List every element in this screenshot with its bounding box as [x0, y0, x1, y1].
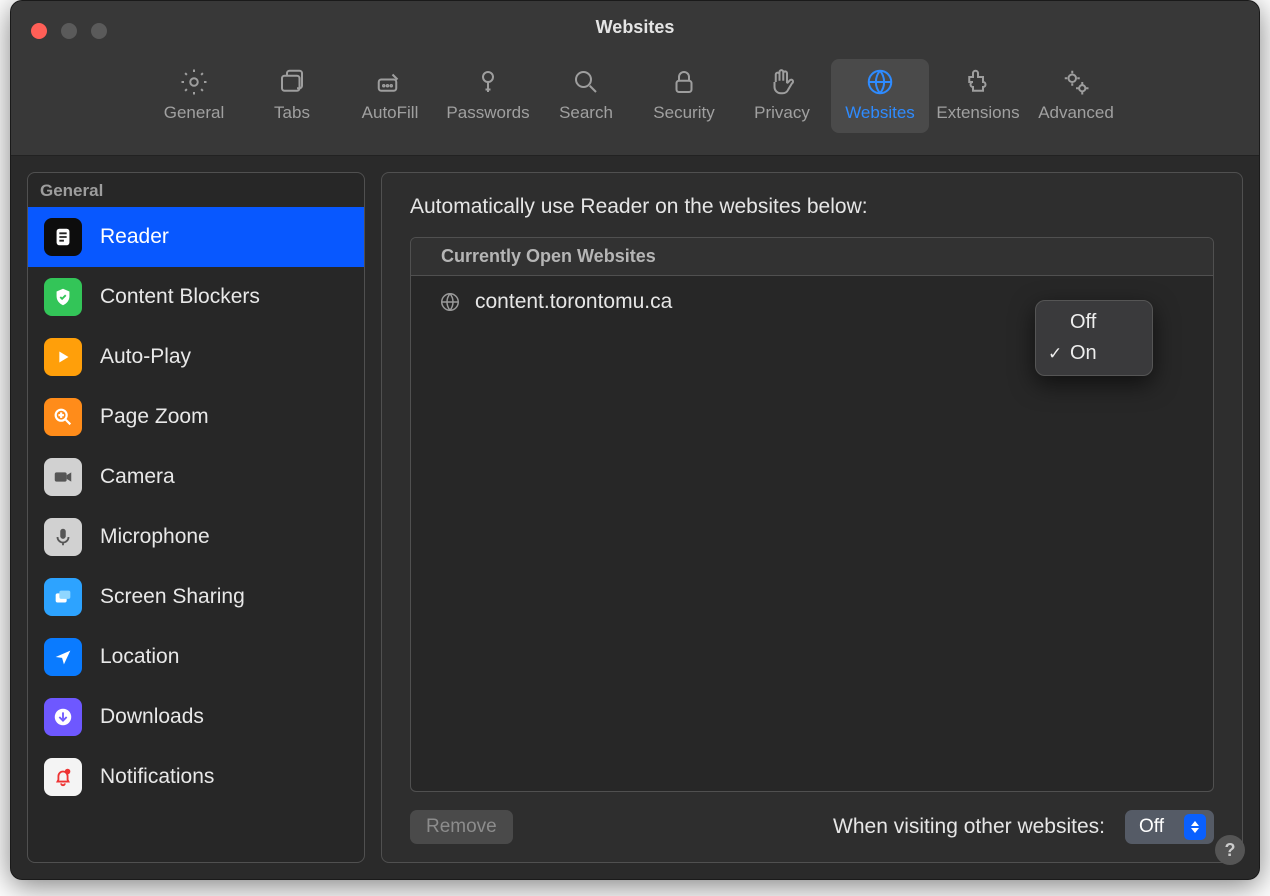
checkmark-icon: ✓ [1048, 344, 1062, 364]
minimize-window-button[interactable] [61, 23, 77, 39]
reader-icon [44, 218, 82, 256]
toolbar-label: Privacy [754, 103, 810, 123]
key-icon [473, 67, 503, 97]
sidebar-item-notifications[interactable]: Notifications [28, 747, 364, 807]
toolbar-label: Websites [845, 103, 915, 123]
sidebar-item-camera[interactable]: Camera [28, 447, 364, 507]
sidebar-item-label: Camera [100, 465, 175, 489]
globe-icon [439, 291, 461, 313]
sidebar-item-downloads[interactable]: Downloads [28, 687, 364, 747]
detail-panel: Automatically use Reader on the websites… [381, 172, 1243, 863]
preferences-window: Websites General Tabs AutoFill [10, 0, 1260, 880]
sidebar-item-microphone[interactable]: Microphone [28, 507, 364, 567]
window-title: Websites [11, 1, 1259, 53]
toolbar-privacy[interactable]: Privacy [733, 59, 831, 133]
panel-heading: Automatically use Reader on the websites… [410, 195, 1214, 219]
dropdown-option-label: On [1070, 342, 1097, 364]
sidebar: General Reader Content Blockers Auto-Pla… [27, 172, 365, 863]
play-icon [44, 338, 82, 376]
download-icon [44, 698, 82, 736]
sidebar-item-screen-sharing[interactable]: Screen Sharing [28, 567, 364, 627]
toolbar-tabs[interactable]: Tabs [243, 59, 341, 133]
toolbar-search[interactable]: Search [537, 59, 635, 133]
toolbar-general[interactable]: General [145, 59, 243, 133]
toolbar-websites[interactable]: Websites [831, 59, 929, 133]
toolbar-passwords[interactable]: Passwords [439, 59, 537, 133]
sidebar-item-location[interactable]: Location [28, 627, 364, 687]
sidebar-item-reader[interactable]: Reader [28, 207, 364, 267]
websites-table: Currently Open Websites content.torontom… [410, 237, 1214, 792]
sidebar-item-label: Microphone [100, 525, 210, 549]
sidebar-item-label: Location [100, 645, 179, 669]
toolbar-label: AutoFill [362, 103, 419, 123]
panel-footer: Remove When visiting other websites: Off [410, 810, 1214, 844]
toolbar-security[interactable]: Security [635, 59, 733, 133]
help-button[interactable]: ? [1215, 835, 1245, 865]
dropdown-option-off[interactable]: Off [1042, 307, 1146, 338]
toolbar-label: Extensions [936, 103, 1019, 123]
sidebar-item-label: Downloads [100, 705, 204, 729]
sidebar-item-content-blockers[interactable]: Content Blockers [28, 267, 364, 327]
sidebar-item-label: Screen Sharing [100, 585, 245, 609]
shield-check-icon [44, 278, 82, 316]
globe-icon [865, 67, 895, 97]
chevron-updown-icon [1184, 814, 1206, 840]
hand-icon [767, 67, 797, 97]
sidebar-item-label: Notifications [100, 765, 214, 789]
titlebar: Websites [11, 1, 1259, 53]
pencil-box-icon [375, 67, 405, 97]
close-window-button[interactable] [31, 23, 47, 39]
puzzle-icon [963, 67, 993, 97]
toolbar-advanced[interactable]: Advanced [1027, 59, 1125, 133]
dropdown-option-label: Off [1070, 311, 1096, 333]
search-icon [571, 67, 601, 97]
toolbar-label: Security [653, 103, 714, 123]
toolbar-extensions[interactable]: Extensions [929, 59, 1027, 133]
row-setting-dropdown-menu[interactable]: Off ✓ On [1035, 300, 1153, 376]
sidebar-item-auto-play[interactable]: Auto-Play [28, 327, 364, 387]
toolbar-label: Passwords [446, 103, 529, 123]
preferences-toolbar: General Tabs AutoFill Passwords [11, 53, 1259, 156]
location-arrow-icon [44, 638, 82, 676]
toolbar-label: Search [559, 103, 613, 123]
table-column-header: Currently Open Websites [411, 238, 1213, 276]
dropdown-option-on[interactable]: ✓ On [1042, 338, 1146, 369]
sidebar-section-header: General [28, 173, 364, 207]
sidebar-item-label: Reader [100, 225, 169, 249]
remove-button[interactable]: Remove [410, 810, 513, 844]
camera-icon [44, 458, 82, 496]
sidebar-item-label: Content Blockers [100, 285, 260, 309]
windows-icon [44, 578, 82, 616]
gears-icon [1061, 67, 1091, 97]
toolbar-autofill[interactable]: AutoFill [341, 59, 439, 133]
other-websites-select[interactable]: Off [1125, 810, 1214, 844]
lock-icon [669, 67, 699, 97]
bell-icon [44, 758, 82, 796]
sidebar-item-page-zoom[interactable]: Page Zoom [28, 387, 364, 447]
other-websites-label: When visiting other websites: [833, 815, 1105, 839]
microphone-icon [44, 518, 82, 556]
gear-icon [179, 67, 209, 97]
site-domain: content.torontomu.ca [475, 290, 672, 314]
tabs-icon [277, 67, 307, 97]
toolbar-label: Advanced [1038, 103, 1114, 123]
toolbar-label: General [164, 103, 224, 123]
toolbar-label: Tabs [274, 103, 310, 123]
window-controls [31, 23, 107, 39]
select-value: Off [1139, 816, 1164, 838]
zoom-icon [44, 398, 82, 436]
zoom-window-button[interactable] [91, 23, 107, 39]
sidebar-item-label: Auto-Play [100, 345, 191, 369]
sidebar-item-label: Page Zoom [100, 405, 209, 429]
